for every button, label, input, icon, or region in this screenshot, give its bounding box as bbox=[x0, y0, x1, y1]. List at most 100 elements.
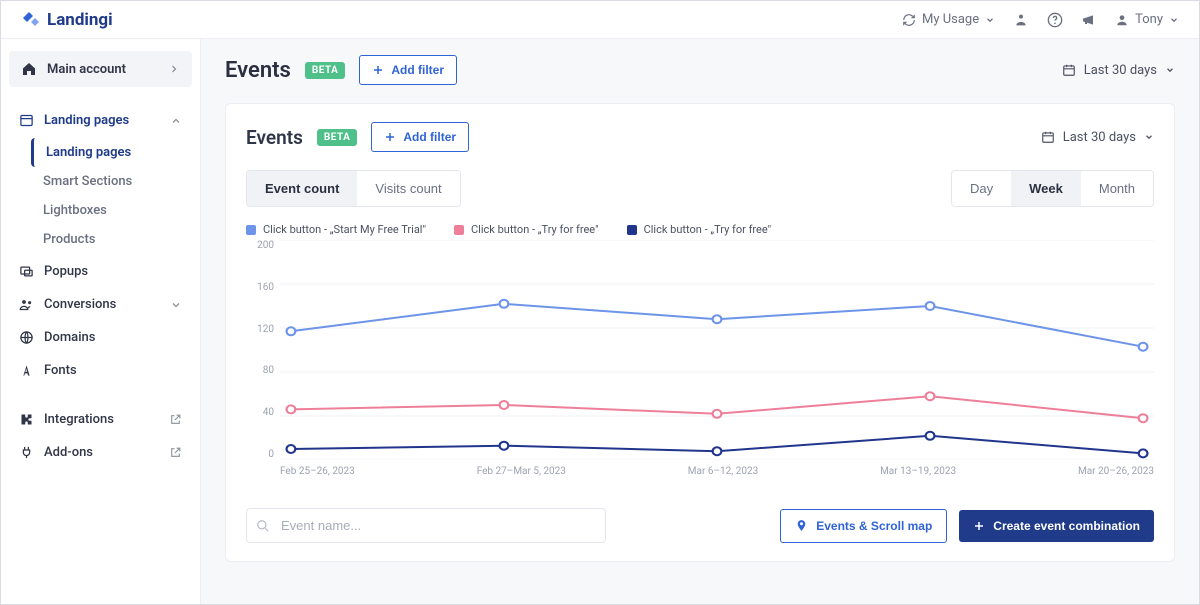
sidebar-item-domains[interactable]: Domains bbox=[9, 322, 192, 353]
events-scroll-map-button[interactable]: Events & Scroll map bbox=[780, 509, 947, 543]
brand-icon bbox=[21, 10, 41, 30]
tab-event-count[interactable]: Event count bbox=[247, 171, 357, 206]
legend-item[interactable]: Click button - „Try for free" bbox=[627, 223, 772, 236]
tab-month[interactable]: Month bbox=[1081, 171, 1153, 206]
sidebar-sub-lightboxes[interactable]: Lightboxes bbox=[33, 196, 192, 225]
tab-visits-count[interactable]: Visits count bbox=[357, 171, 459, 206]
sidebar-item-integrations[interactable]: Integrations bbox=[9, 404, 192, 435]
sidebar-sub-products[interactable]: Products bbox=[33, 225, 192, 254]
legend-label: Click button - „Start My Free Trial" bbox=[263, 223, 426, 236]
tab-label: Month bbox=[1099, 181, 1135, 196]
date-range-label: Last 30 days bbox=[1084, 63, 1157, 78]
chevron-down-icon bbox=[985, 15, 995, 25]
add-filter-button-inner[interactable]: Add filter bbox=[371, 122, 469, 152]
date-range-picker-inner[interactable]: Last 30 days bbox=[1041, 130, 1154, 145]
account-label: Main account bbox=[47, 62, 126, 77]
popup-icon bbox=[19, 264, 34, 279]
add-filter-button[interactable]: Add filter bbox=[359, 55, 457, 85]
chevron-up-icon bbox=[170, 115, 182, 127]
date-range-picker[interactable]: Last 30 days bbox=[1062, 63, 1175, 78]
font-icon bbox=[19, 363, 34, 378]
plus-icon bbox=[372, 64, 384, 76]
add-filter-label: Add filter bbox=[403, 130, 456, 144]
chevron-right-icon bbox=[168, 63, 180, 75]
plus-icon bbox=[973, 520, 985, 532]
sidebar-sub-landing-pages[interactable]: Landing pages bbox=[31, 138, 192, 167]
page-header: Events BETA Add filter Last 30 days bbox=[225, 55, 1175, 85]
people-icon[interactable] bbox=[1013, 12, 1029, 28]
external-link-icon bbox=[169, 446, 182, 459]
user-menu[interactable]: Tony bbox=[1115, 12, 1179, 27]
legend-swatch bbox=[454, 225, 464, 235]
create-combination-button[interactable]: Create event combination bbox=[959, 510, 1154, 542]
legend-item[interactable]: Click button - „Start My Free Trial" bbox=[246, 223, 426, 236]
calendar-icon bbox=[1062, 63, 1076, 77]
sidebar-item-popups[interactable]: Popups bbox=[9, 256, 192, 287]
button-label: Events & Scroll map bbox=[816, 519, 932, 533]
puzzle-icon bbox=[19, 412, 34, 427]
button-label: Create event combination bbox=[993, 519, 1140, 533]
add-filter-label: Add filter bbox=[391, 63, 444, 77]
tab-label: Event count bbox=[265, 181, 339, 196]
sidebar-item-landing-pages[interactable]: Landing pages bbox=[9, 105, 192, 136]
sidebar-sub-label: Landing pages bbox=[46, 145, 131, 160]
legend-swatch bbox=[627, 225, 637, 235]
sidebar-sub-smart-sections[interactable]: Smart Sections bbox=[33, 167, 192, 196]
metric-tabs: Event count Visits count bbox=[246, 170, 461, 207]
sidebar-item-label: Conversions bbox=[44, 297, 116, 312]
tab-day[interactable]: Day bbox=[952, 171, 1011, 206]
sidebar-item-label: Add-ons bbox=[44, 445, 93, 460]
tab-label: Week bbox=[1029, 181, 1063, 196]
sidebar-item-label: Landing pages bbox=[44, 113, 129, 128]
events-card: Events BETA Add filter Last 30 days Even… bbox=[225, 103, 1175, 562]
sidebar-item-conversions[interactable]: Conversions bbox=[9, 289, 192, 320]
card-title: Events bbox=[246, 126, 303, 149]
legend-item[interactable]: Click button - „Try for free" bbox=[454, 223, 599, 236]
sidebar-sub-label: Lightboxes bbox=[43, 203, 107, 218]
event-search-input[interactable] bbox=[246, 508, 606, 543]
sidebar: Main account Landing pages Landing pages… bbox=[1, 39, 201, 604]
tab-label: Day bbox=[970, 181, 993, 196]
plug-icon bbox=[19, 445, 34, 460]
main-content: Events BETA Add filter Last 30 days Even… bbox=[201, 39, 1199, 604]
people-icon bbox=[19, 297, 34, 312]
sidebar-item-addons[interactable]: Add-ons bbox=[9, 437, 192, 468]
page-title: Events bbox=[225, 58, 291, 83]
topbar: Landingi My Usage Tony bbox=[1, 1, 1199, 39]
sidebar-nav: Landing pages Landing pages Smart Sectio… bbox=[9, 105, 192, 468]
brand-name: Landingi bbox=[47, 10, 113, 30]
window-icon bbox=[19, 113, 34, 128]
help-icon[interactable] bbox=[1047, 12, 1063, 28]
sidebar-item-label: Domains bbox=[44, 330, 95, 345]
search-icon bbox=[256, 519, 270, 533]
sidebar-item-label: Popups bbox=[44, 264, 88, 279]
chevron-down-icon bbox=[1144, 132, 1154, 142]
account-switcher[interactable]: Main account bbox=[9, 51, 192, 87]
sidebar-item-fonts[interactable]: Fonts bbox=[9, 355, 192, 386]
card-header: Events BETA Add filter Last 30 days bbox=[246, 122, 1154, 152]
sidebar-item-label: Integrations bbox=[44, 412, 114, 427]
card-footer: Events & Scroll map Create event combina… bbox=[246, 508, 1154, 543]
my-usage-menu[interactable]: My Usage bbox=[902, 12, 995, 27]
y-axis: 20016012080400 bbox=[246, 240, 280, 460]
legend-label: Click button - „Try for free" bbox=[471, 223, 599, 236]
brand-logo[interactable]: Landingi bbox=[21, 10, 113, 30]
external-link-icon bbox=[169, 413, 182, 426]
chart-plot bbox=[280, 240, 1154, 460]
chart: 20016012080400 Feb 25–26, 2023Feb 27–Mar… bbox=[246, 240, 1154, 490]
chevron-down-icon bbox=[170, 299, 182, 311]
date-range-label: Last 30 days bbox=[1063, 130, 1136, 145]
megaphone-icon[interactable] bbox=[1081, 12, 1097, 28]
calendar-icon bbox=[1041, 130, 1055, 144]
legend-swatch bbox=[246, 225, 256, 235]
beta-badge: BETA bbox=[305, 62, 346, 79]
legend-label: Click button - „Try for free" bbox=[644, 223, 772, 236]
home-icon bbox=[21, 61, 37, 77]
x-axis: Feb 25–26, 2023Feb 27–Mar 5, 2023Mar 6–1… bbox=[280, 466, 1154, 490]
plus-icon bbox=[384, 131, 396, 143]
event-search bbox=[246, 508, 606, 543]
pin-icon bbox=[795, 519, 808, 532]
tab-week[interactable]: Week bbox=[1011, 171, 1081, 206]
chart-legend: Click button - „Start My Free Trial" Clic… bbox=[246, 223, 1154, 236]
my-usage-label: My Usage bbox=[922, 12, 979, 27]
